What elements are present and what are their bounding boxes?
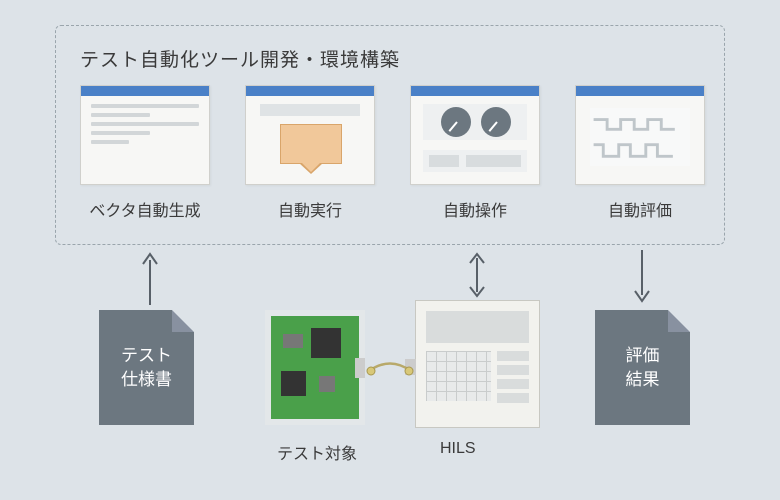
arrow-up-icon [140, 250, 160, 305]
connection-wire-icon [367, 362, 413, 380]
card-label: 自動操作 [410, 197, 540, 221]
card-auto-operate: 自動操作 [410, 85, 540, 221]
waveform-icon [590, 108, 690, 166]
flowchart-arrow-icon [280, 124, 342, 164]
doc-label: テスト 仕様書 [121, 344, 172, 392]
doc-label: 評価 結果 [626, 344, 660, 392]
window-mock-icon [410, 85, 540, 185]
card-label: 自動実行 [245, 197, 375, 221]
card-vector-generation: ベクタ自動生成 [80, 85, 210, 221]
window-mock-icon [245, 85, 375, 185]
window-mock-icon [575, 85, 705, 185]
gauge-icon [441, 107, 471, 137]
arrow-down-icon [632, 250, 652, 305]
arrow-bidirectional-icon [467, 250, 487, 300]
window-mock-icon [80, 85, 210, 185]
hils-equipment-icon [415, 300, 540, 428]
pcb-icon [265, 310, 365, 425]
section-title: テスト自動化ツール開発・環境構築 [80, 45, 400, 72]
document-test-spec-icon: テスト 仕様書 [99, 310, 194, 425]
card-auto-eval: 自動評価 [575, 85, 705, 221]
card-auto-exec: 自動実行 [245, 85, 375, 221]
document-eval-result-icon: 評価 結果 [595, 310, 690, 425]
hardware-label-hils: HILS [440, 440, 476, 458]
gauge-icon [481, 107, 511, 137]
hardware-label-test-target: テスト対象 [277, 440, 357, 464]
card-label: ベクタ自動生成 [80, 197, 210, 221]
card-label: 自動評価 [575, 197, 705, 221]
